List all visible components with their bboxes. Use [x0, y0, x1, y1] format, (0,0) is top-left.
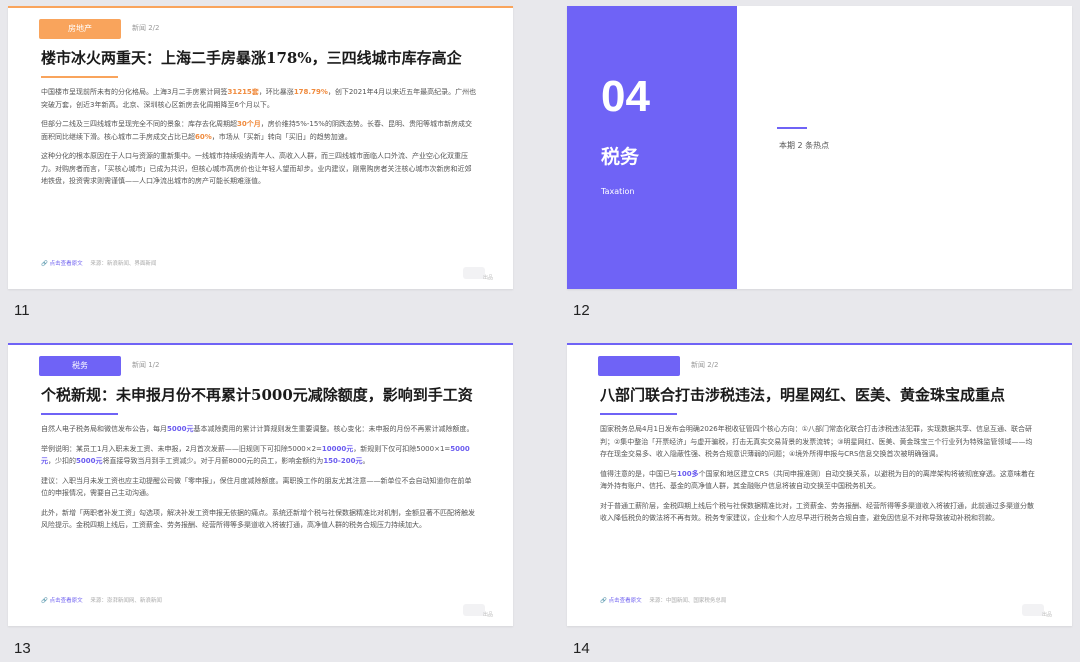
paragraph-text: ，新规则下仅可扣除5000×1=	[353, 444, 451, 453]
title-underline	[41, 413, 118, 415]
news-counter: 新闻 1/2	[132, 361, 160, 369]
corner-text: 出品	[1041, 612, 1052, 618]
highlight-text: 30个月	[237, 120, 261, 128]
body-paragraph: 国家税务总局4月1日发布会明确2026年税收征管四个核心方向：①八部门常态化联合…	[600, 423, 1036, 461]
paragraph-text: ，环比暴涨	[258, 88, 294, 96]
slide-number: 11	[14, 302, 30, 319]
section-english-title: Taxation	[601, 187, 635, 196]
section-number: 04	[601, 72, 650, 121]
section-divider	[777, 127, 807, 129]
category-tag: 房地产	[39, 19, 121, 39]
body-paragraph: 这种分化的根本原因在于人口与资源的重新集中。一线城市持续吸纳青年人、高收入人群，…	[41, 150, 477, 188]
paragraph-text: 但部分二线及三四线城市呈现完全不同的景象：库存去化周期超	[41, 120, 237, 128]
slide-number: 14	[573, 640, 590, 657]
highlight-text: 60%	[195, 132, 212, 141]
slide-title: 个税新规：未申报月份不再累计5000元减除额度，影响到手工资	[41, 386, 473, 404]
paragraph-text: 此外，新增「两职者补发工资」勾选项，解决补发工资申报无依据的痛点。系统还新增个税…	[41, 508, 475, 530]
paragraph-text: 举例说明：某员工1月入职未发工资、未申报，2月首次发薪——旧规则下可扣除5000…	[41, 444, 322, 453]
slide-body: 中国楼市呈现前所未有的分化格局。上海3月二手房累计网签31215套，环比暴涨17…	[41, 86, 477, 195]
paragraph-text: 。	[362, 457, 370, 465]
slide-top-bar	[8, 343, 513, 345]
slide-top-bar	[8, 6, 513, 8]
slide-thumbnail-13[interactable]: 税务 新闻 1/2 个税新规：未申报月份不再累计5000元减除额度，影响到手工资…	[8, 343, 513, 626]
body-paragraph: 举例说明：某员工1月入职未发工资、未申报，2月首次发薪——旧规则下可扣除5000…	[41, 443, 477, 468]
paragraph-text: 建议：入职当月未发工资也应主动提醒公司做「零申报」，保住月度减除额度。离职换工作…	[41, 476, 472, 498]
source-text: 来源：中国新闻、国家税务总局	[649, 598, 727, 604]
paragraph-text: 自然人电子税务局和微信发布公告，每月	[41, 425, 167, 433]
source-link[interactable]: 🔗 点击查看原文	[41, 261, 83, 267]
body-paragraph: 建议：入职当月未发工资也应主动提醒公司做「零申报」，保住月度减除额度。离职换工作…	[41, 475, 477, 500]
slide-title: 八部门联合打击涉税违法，明星网红、医美、黄金珠宝成重点	[600, 386, 1006, 404]
paragraph-text: 这种分化的根本原因在于人口与资源的重新集中。一线城市持续吸纳青年人、高收入人群，…	[41, 152, 472, 185]
slide-number: 13	[14, 640, 31, 657]
section-panel	[567, 6, 737, 289]
watermark-logo	[1022, 604, 1044, 616]
watermark-logo	[463, 267, 485, 279]
slide-body: 国家税务总局4月1日发布会明确2026年税收征管四个核心方向：①八部门常态化联合…	[600, 423, 1036, 532]
section-subtitle: 本期 2 条热点	[779, 141, 830, 150]
corner-text: 出品	[482, 275, 493, 281]
paragraph-text: 国家税务总局4月1日发布会明确2026年税收征管四个核心方向：①八部门常态化联合…	[600, 425, 1033, 458]
body-paragraph: 但部分二线及三四线城市呈现完全不同的景象：库存去化周期超30个月，房价维持5%-…	[41, 118, 477, 143]
slide-thumbnail-11[interactable]: 房地产 新闻 2/2 楼市冰火两重天：上海二手房暴涨178%，三四线城市库存高企…	[8, 6, 513, 289]
corner-text: 出品	[482, 612, 493, 618]
paragraph-text: ，少扣的	[48, 457, 76, 465]
slide-footer: 🔗 点击查看原文 来源：中国新闻、国家税务总局	[600, 596, 726, 604]
paragraph-text: 中国楼市呈现前所未有的分化格局。上海3月二手房累计网签	[41, 88, 228, 96]
slide-thumbnail-12[interactable]: 04 税务 Taxation 本期 2 条热点	[567, 6, 1072, 289]
highlight-text: 100多	[677, 469, 699, 478]
slide-thumbnail-14[interactable]: 新闻 2/2 八部门联合打击涉税违法，明星网红、医美、黄金珠宝成重点 国家税务总…	[567, 343, 1072, 626]
slide-footer: 🔗 点击查看原文 来源：澎湃新闻网、新浪新闻	[41, 596, 162, 604]
highlight-text: 5000元	[76, 457, 103, 465]
body-paragraph: 中国楼市呈现前所未有的分化格局。上海3月二手房累计网签31215套，环比暴涨17…	[41, 86, 477, 111]
source-link[interactable]: 🔗 点击查看原文	[41, 598, 83, 604]
news-counter: 新闻 2/2	[132, 24, 160, 32]
highlight-text: 150-200元	[323, 457, 363, 465]
section-title: 税务	[601, 146, 640, 168]
paragraph-text: 将直接导致当月到手工资减少。对于月薪8000元的员工，影响金额约为	[102, 457, 324, 465]
news-counter: 新闻 2/2	[691, 361, 719, 369]
highlight-text: 10000元	[321, 444, 354, 453]
body-paragraph: 对于普通工薪阶层，金税四期上线后个税与社保数据精准比对，工资薪金、劳务报酬、经营…	[600, 500, 1036, 525]
source-text: 来源：新浪新闻、界面新闻	[90, 261, 157, 267]
highlight-text: 5000元	[167, 425, 194, 433]
category-tag: 税务	[39, 356, 121, 376]
highlight-text: 178.79%	[293, 88, 328, 96]
body-paragraph: 值得注意的是，中国已与100多个国家和地区建立CRS（共同申报准则）自动交换关系…	[600, 468, 1036, 493]
slide-top-bar	[567, 343, 1072, 345]
slide-title: 楼市冰火两重天：上海二手房暴涨178%，三四线城市库存高企	[41, 49, 462, 67]
paragraph-text: 基本减除费用的累计计算规则发生重要调整。核心变化：未申报的月份不再累计减除额度。	[193, 425, 474, 433]
highlight-text: 31215套	[227, 88, 259, 96]
slide-body: 自然人电子税务局和微信发布公告，每月5000元基本减除费用的累计计算规则发生重要…	[41, 423, 477, 539]
body-paragraph: 此外，新增「两职者补发工资」勾选项，解决补发工资申报无依据的痛点。系统还新增个税…	[41, 507, 477, 532]
slide-number: 12	[573, 302, 590, 319]
slide-footer: 🔗 点击查看原文 来源：新浪新闻、界面新闻	[41, 259, 156, 267]
source-text: 来源：澎湃新闻网、新浪新闻	[90, 598, 162, 604]
title-underline	[600, 413, 677, 415]
paragraph-text: 值得注意的是，中国已与	[600, 469, 677, 478]
paragraph-text: 对于普通工薪阶层，金税四期上线后个税与社保数据精准比对，工资薪金、劳务报酬、经营…	[600, 501, 1034, 523]
watermark-logo	[463, 604, 485, 616]
category-tag	[598, 356, 680, 376]
title-underline	[41, 76, 118, 78]
paragraph-text: ，市场从「买新」转向「买旧」的趋势加速。	[211, 132, 352, 141]
source-link[interactable]: 🔗 点击查看原文	[600, 598, 642, 604]
body-paragraph: 自然人电子税务局和微信发布公告，每月5000元基本减除费用的累计计算规则发生重要…	[41, 423, 477, 436]
